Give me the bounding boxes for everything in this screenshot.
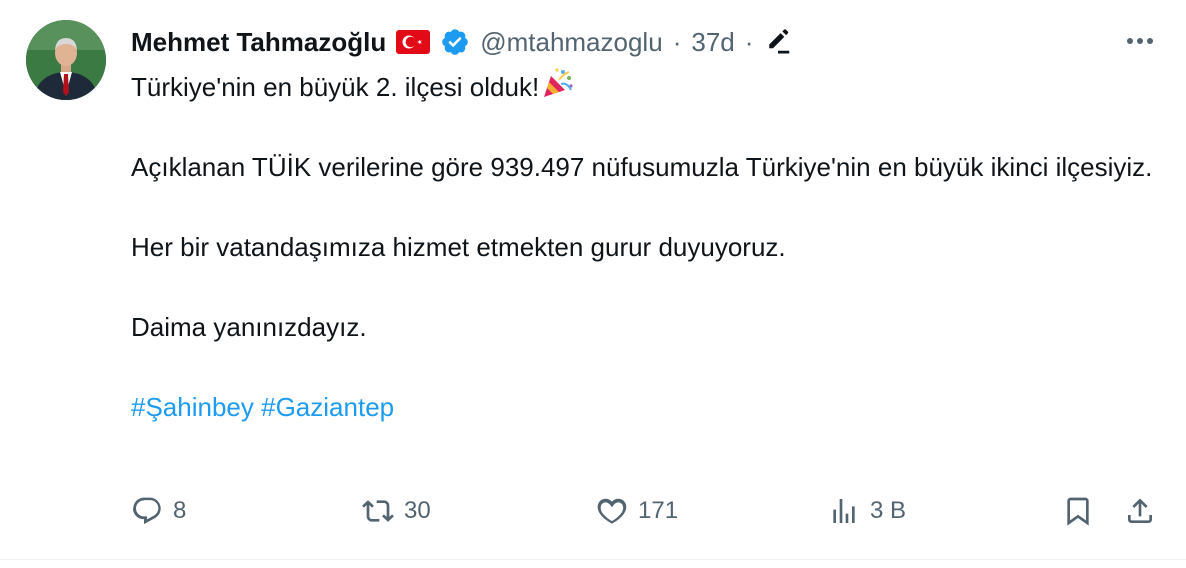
separator-dot: · (744, 26, 754, 57)
like-icon (597, 498, 627, 524)
tweet-text: Türkiye'nin en büyük 2. ilçesi olduk! Aç… (131, 66, 1161, 427)
retweet-button[interactable]: 30 (362, 490, 431, 532)
display-name[interactable]: Mehmet Tahmazoğlu (131, 27, 386, 58)
tweet-line: Daima yanınızdayız. (131, 312, 367, 342)
retweet-count: 30 (404, 497, 431, 524)
views-count: 3 B (870, 497, 907, 524)
party-popper-icon (541, 66, 575, 100)
tweet-timestamp[interactable]: 37d (691, 27, 734, 58)
tweet-card[interactable]: Mehmet Tahmazoğlu @mtahmazoglu · 37d · T… (0, 0, 1186, 568)
bookmark-button[interactable] (1062, 490, 1094, 532)
author-handle[interactable]: @mtahmazoglu (480, 27, 662, 58)
turkey-flag-icon (396, 30, 431, 54)
separator-dot: · (672, 26, 682, 57)
avatar-portrait (26, 20, 106, 100)
reply-count: 8 (173, 497, 187, 524)
like-count: 171 (638, 497, 679, 524)
tweet-line: Açıklanan TÜİK verilerine göre 939.497 n… (131, 152, 1153, 182)
verified-badge-icon[interactable] (440, 27, 470, 57)
bookmark-icon (1067, 497, 1089, 526)
tweet-header: Mehmet Tahmazoğlu @mtahmazoglu · 37d · (131, 24, 793, 60)
views-button[interactable]: 3 B (828, 490, 906, 532)
avatar[interactable] (26, 20, 106, 100)
like-button[interactable]: 171 (596, 490, 678, 532)
tweet-line: Her bir vatandaşımıza hizmet etmekten gu… (131, 232, 786, 262)
views-icon (833, 499, 855, 523)
divider (0, 559, 1186, 560)
share-button[interactable] (1124, 490, 1156, 532)
hashtags: #Şahinbey #Gaziantep (131, 387, 1161, 427)
tweet-line-text: Türkiye'nin en büyük 2. ilçesi olduk! (131, 72, 540, 102)
tweet-line: Türkiye'nin en büyük 2. ilçesi olduk! (131, 66, 1161, 107)
action-bar: 8 30 171 3 B (0, 490, 1186, 532)
reply-button[interactable]: 8 (131, 490, 186, 532)
hashtag-link[interactable]: #Şahinbey (131, 392, 254, 422)
share-icon (1128, 498, 1152, 523)
reply-icon (132, 497, 161, 525)
hashtag-link[interactable]: #Gaziantep (261, 392, 394, 422)
retweet-icon (362, 500, 394, 522)
more-options-icon[interactable] (1122, 28, 1158, 54)
edited-pencil-icon[interactable] (763, 27, 793, 57)
